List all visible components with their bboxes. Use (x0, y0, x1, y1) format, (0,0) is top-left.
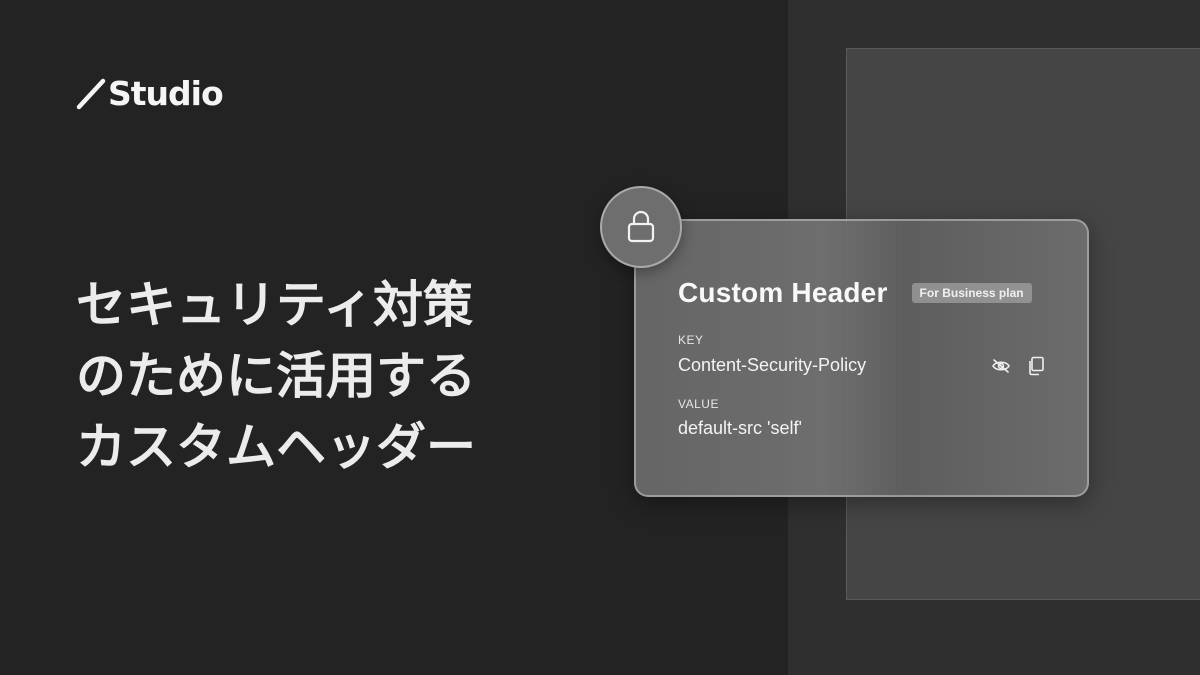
value-value: default-src 'self' (678, 418, 802, 438)
eye-off-icon[interactable] (990, 355, 1012, 377)
slash-icon (76, 78, 106, 110)
headline-line-3: カスタムヘッダー (76, 418, 476, 476)
headline-line-1: セキュリティ対策 (76, 276, 473, 334)
logo-text: Studio (108, 73, 224, 113)
headline: セキュリティ対策 のために活用する カスタムヘッダー (76, 270, 596, 483)
card-title: Custom Header (678, 277, 888, 308)
copy-icon[interactable] (1025, 355, 1047, 377)
lock-icon (627, 210, 655, 243)
value-label: VALUE (678, 397, 719, 411)
studio-logo: Studio (76, 72, 224, 114)
custom-header-card: Custom Header For Business plan KEY Cont… (634, 219, 1089, 497)
key-value: Content-Security-Policy (678, 355, 867, 375)
plan-badge: For Business plan (911, 283, 1032, 303)
headline-line-2: のために活用する (76, 347, 476, 405)
key-label: KEY (678, 333, 704, 347)
card-title-row: Custom Header For Business plan (678, 277, 1032, 309)
lock-badge (600, 186, 682, 268)
